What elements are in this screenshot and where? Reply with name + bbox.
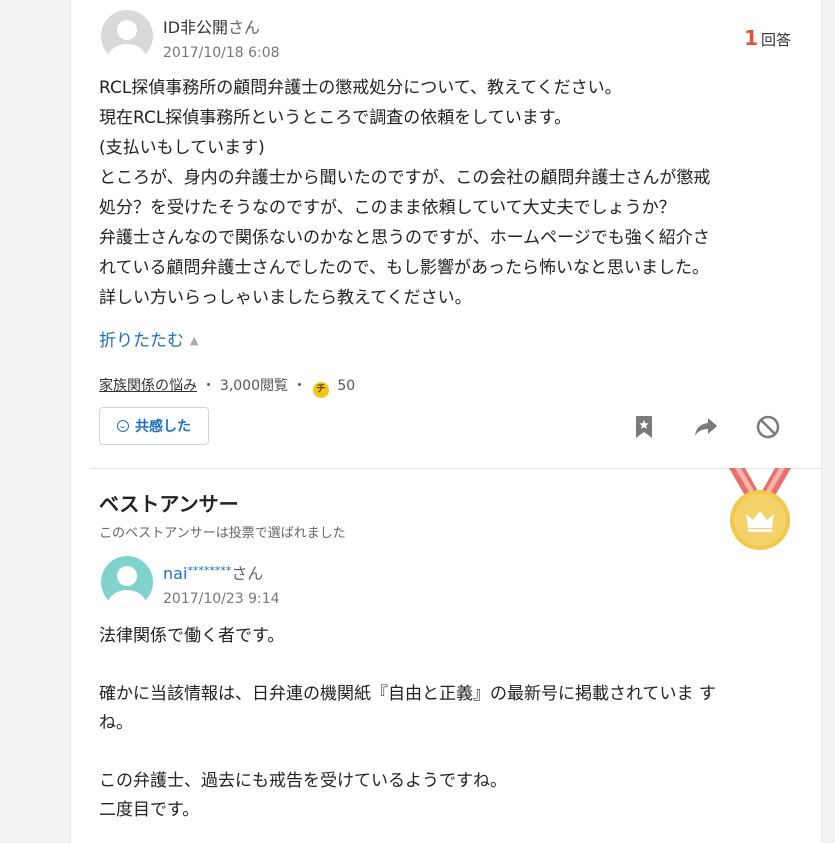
meta-separator: ・ — [201, 378, 216, 394]
answer-count: 1 回答 — [744, 26, 791, 50]
collapse-button[interactable]: 折りたたむ ▲ — [99, 326, 198, 351]
default-user-icon — [101, 10, 153, 62]
answer-timestamp: 2017/10/23 9:14 — [163, 591, 280, 607]
questioner-name-text: ID非公開 — [163, 18, 229, 37]
empathy-button[interactable]: 共感した — [99, 407, 209, 445]
question-line: 弁護士さんなので関係ないのかなと思うのですが、ホームページでも強く紹介さ — [99, 228, 710, 248]
answer-count-number: 1 — [744, 26, 758, 50]
answer-line — [99, 738, 799, 767]
collapse-label: 折りたたむ — [99, 331, 184, 351]
question-meta: 家族関係の悩み ・ 3,000閲覧 ・ チ 50 — [99, 375, 355, 398]
answerer-name-mask: ******** — [187, 564, 232, 577]
category-link[interactable]: 家族関係の悩み — [99, 378, 197, 394]
question-line: RCL探偵事務所の顧問弁護士の懲戒処分について、教えてください。 — [99, 78, 622, 98]
default-user-icon — [101, 556, 153, 608]
coin-icon: チ — [312, 382, 329, 398]
coin-count: 50 — [337, 378, 356, 394]
questioner-name-suffix: さん — [228, 18, 261, 37]
answer-line: 二度目です。 — [99, 800, 200, 820]
answer-line: 確かに当該情報は、日弁連の機関紙『自由と正義』の最新号に掲載されていま す — [99, 684, 716, 704]
answerer-name-suffix: さん — [231, 564, 264, 583]
empathy-label: 共感した — [135, 419, 191, 435]
answer-line: この弁護士、過去にも戒告を受けているようですね。 — [99, 771, 507, 791]
block-icon[interactable] — [755, 414, 781, 440]
answerer-avatar[interactable] — [101, 556, 153, 608]
share-icon[interactable] — [693, 414, 719, 440]
caret-up-icon: ▲ — [190, 334, 199, 347]
question-line: 処分？を受けたそうなのですが、このまま依頼していて大丈夫でしょうか？ — [99, 198, 676, 218]
answer-line: 法律関係で働く者です。 — [99, 626, 285, 646]
smile-icon — [117, 420, 129, 432]
answerer-name-text: nai — [163, 564, 188, 583]
question-line: ところが、身内の弁護士から聞いたのですが、この会社の顧問弁護士さんが懲戒 — [99, 168, 711, 188]
best-answer-note: このベストアンサーは投票で選ばれました — [99, 526, 346, 541]
question-timestamp: 2017/10/18 6:08 — [163, 45, 280, 61]
question-line: れている顧問弁護士さんでしたので、もし影響があったら怖いなと思いました。 — [99, 258, 709, 278]
page: ID非公開さん 2017/10/18 6:08 1 回答 RCL探偵事務所の顧問弁… — [0, 0, 835, 843]
answer-line: ね。 — [99, 713, 133, 733]
section-divider — [91, 468, 821, 469]
question-card: ID非公開さん 2017/10/18 6:08 1 回答 RCL探偵事務所の顧問弁… — [70, 0, 822, 843]
meta-separator: ・ — [292, 378, 307, 394]
question-line: (支払いもしています) — [99, 138, 265, 158]
question-body: RCL探偵事務所の顧問弁護士の懲戒処分について、教えてください。 現在RCL探偵… — [99, 73, 799, 313]
question-line: 現在RCL探偵事務所というところで調査の依頼をしています。 — [99, 108, 572, 128]
best-answer-title: ベストアンサー — [99, 492, 239, 516]
question-line: 詳しい方いらっしゃいましたら教えてください。 — [99, 288, 472, 308]
answer-count-label: 回答 — [760, 31, 791, 49]
bookmark-icon[interactable] — [631, 414, 657, 440]
questioner-name: ID非公開さん — [163, 14, 260, 38]
questioner-avatar[interactable] — [101, 10, 153, 62]
view-count: 3,000閲覧 — [219, 378, 288, 394]
answer-body: 法律関係で働く者です。 確かに当該情報は、日弁連の機関紙『自由と正義』の最新号に… — [99, 622, 799, 825]
best-answer-medal-icon — [729, 468, 791, 550]
answer-line — [99, 651, 799, 680]
answerer-name[interactable]: nai********さん — [163, 560, 263, 584]
